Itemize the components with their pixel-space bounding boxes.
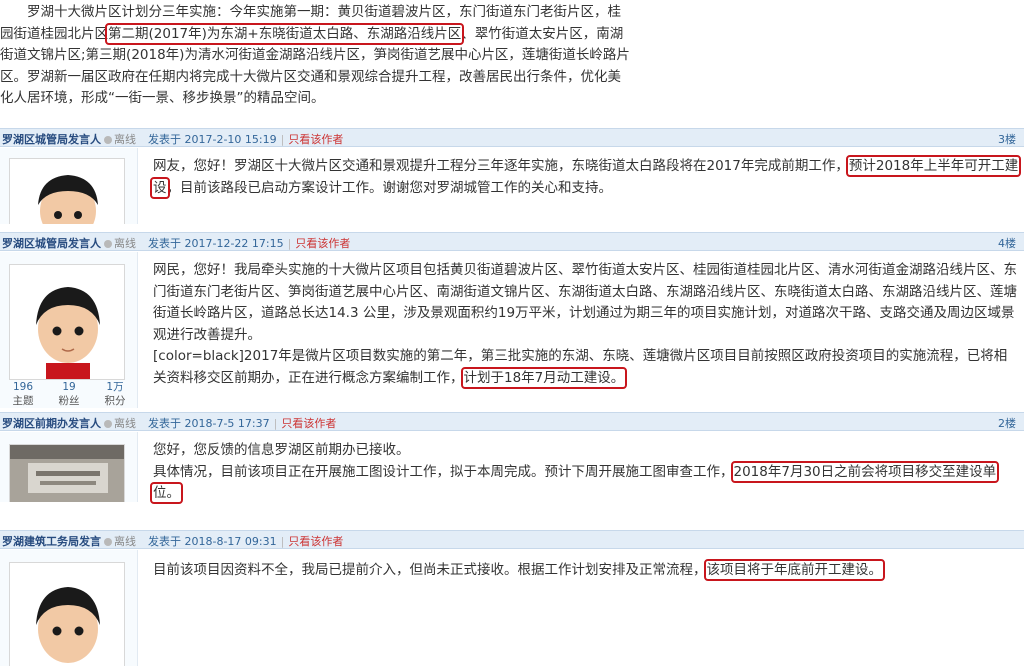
post-highlight: 该项目将于年底前开工建设。 bbox=[703, 559, 885, 581]
post-header: 罗湖区前期办发言人 离线 发表于 2018-7-5 17:37 | 只看该作者 2楼 bbox=[0, 412, 1024, 431]
post-highlight: 计划于18年7月动工建设。 bbox=[460, 366, 628, 389]
author-sidebar bbox=[0, 432, 138, 502]
author-stats: 196 主题 19 粉丝 1万 积分 bbox=[0, 380, 138, 408]
post-meta: 发表于 2018-8-17 09:31 | 只看该作者 bbox=[148, 535, 344, 548]
stat-topics[interactable]: 196 主题 bbox=[0, 380, 46, 408]
avatar-cartoon-icon bbox=[10, 563, 124, 666]
only-author-link[interactable]: 只看该作者 bbox=[288, 535, 343, 548]
post-author[interactable]: 罗湖建筑工务局发言 离线 bbox=[2, 533, 136, 549]
post-paragraph: 网民，您好！我局牵头实施的十大微片区项目包括黄贝街道碧波片区、翠竹街道太安片区、… bbox=[153, 262, 1017, 343]
post-meta: 发表于 2017-12-22 17:15 | 只看该作者 bbox=[148, 237, 351, 250]
post-date: 发表于 2017-2-10 15:19 bbox=[148, 133, 277, 146]
post-highlight: 预计2018年上半年可开工建 bbox=[845, 155, 1022, 177]
post-header: 罗湖区城管局发言人 离线 发表于 2017-2-10 15:19 | 只看该作者 3楼 bbox=[0, 128, 1024, 147]
online-status: 离线 bbox=[104, 417, 136, 430]
intro-highlight: 第二期(2017年)为东湖+东晓街道太白路、东湖路沿线片区 bbox=[104, 22, 465, 45]
avatar-cartoon-icon bbox=[10, 265, 124, 379]
post-body: 网民，您好！我局牵头实施的十大微片区项目包括黄贝街道碧波片区、翠竹街道太安片区、… bbox=[153, 260, 1019, 389]
offline-dot-icon bbox=[104, 240, 112, 248]
post-paragraph-2: [color=black]2017年是微片区项目数实施的第二年，第三批实施的东湖… bbox=[153, 348, 1008, 389]
only-author-link[interactable]: 只看该作者 bbox=[295, 237, 350, 250]
stat-fans[interactable]: 19 粉丝 bbox=[46, 380, 92, 408]
floor-number[interactable]: 4楼 bbox=[998, 235, 1016, 251]
author-sidebar: 196 主题 19 粉丝 1万 积分 bbox=[0, 252, 138, 408]
offline-dot-icon bbox=[104, 136, 112, 144]
stat-points[interactable]: 1万 积分 bbox=[92, 380, 138, 408]
post-body: 您好，您反馈的信息罗湖区前期办已接收。 具体情况，目前该项目正在开展施工图设计工… bbox=[149, 440, 1019, 505]
post-author[interactable]: 罗湖区城管局发言人 离线 bbox=[2, 235, 136, 251]
post-date: 发表于 2018-8-17 09:31 bbox=[148, 535, 277, 548]
floor-number[interactable]: 3楼 bbox=[998, 131, 1016, 147]
online-status: 离线 bbox=[104, 237, 136, 250]
author-sidebar bbox=[0, 550, 138, 666]
avatar[interactable] bbox=[9, 562, 125, 666]
forum-post-floor-3: 罗湖区城管局发言人 离线 发表于 2017-2-10 15:19 | 只看该作者 3楼… bbox=[0, 128, 1024, 224]
only-author-link[interactable]: 只看该作者 bbox=[281, 417, 336, 430]
post-meta: 发表于 2017-2-10 15:19 | 只看该作者 bbox=[148, 133, 344, 146]
post-body: 目前该项目因资料不全，我局已提前介入，但尚未正式接收。根据工作计划安排及正常流程… bbox=[153, 559, 885, 581]
only-author-link[interactable]: 只看该作者 bbox=[288, 133, 343, 146]
post-author[interactable]: 罗湖区前期办发言人 离线 bbox=[2, 415, 136, 431]
post-author[interactable]: 罗湖区城管局发言人 离线 bbox=[2, 131, 136, 147]
avatar-cartoon-icon bbox=[10, 159, 124, 224]
forum-post-construction-bureau: 罗湖建筑工务局发言 离线 发表于 2018-8-17 09:31 | 只看该作者 目前… bbox=[0, 530, 1024, 666]
post-line-2: 具体情况，目前该项目正在开展施工图设计工作，拟于本周完成。预计下周开展施工图审查… bbox=[149, 460, 1000, 504]
avatar[interactable] bbox=[9, 264, 125, 380]
avatar[interactable] bbox=[9, 158, 125, 224]
post-header: 罗湖建筑工务局发言 离线 发表于 2018-8-17 09:31 | 只看该作者 bbox=[0, 530, 1024, 549]
avatar[interactable] bbox=[9, 444, 125, 502]
forum-post-floor-2: 罗湖区前期办发言人 离线 发表于 2018-7-5 17:37 | 只看该作者 2楼 … bbox=[0, 412, 1024, 504]
online-status: 离线 bbox=[104, 535, 136, 548]
author-sidebar bbox=[0, 148, 138, 224]
article-intro: 罗湖十大微片区计划分三年实施：今年实施第一期：黄贝街道碧波片区，东门街道东门老街… bbox=[0, 2, 630, 110]
post-line-1: 您好，您反馈的信息罗湖区前期办已接收。 bbox=[153, 442, 410, 458]
post-header: 罗湖区城管局发言人 离线 发表于 2017-12-22 17:15 | 只看该作者 4… bbox=[0, 232, 1024, 251]
post-date: 发表于 2017-12-22 17:15 bbox=[148, 237, 284, 250]
avatar-photo-icon bbox=[10, 445, 124, 502]
forum-post-floor-4: 罗湖区城管局发言人 离线 发表于 2017-12-22 17:15 | 只看该作者 4… bbox=[0, 232, 1024, 408]
post-body: 网友，您好！罗湖区十大微片区交通和景观提升工程分三年逐年实施，东晓街道太白路段将… bbox=[150, 155, 1022, 199]
post-meta: 发表于 2018-7-5 17:37 | 只看该作者 bbox=[148, 417, 337, 430]
offline-dot-icon bbox=[104, 420, 112, 428]
floor-number[interactable]: 2楼 bbox=[998, 415, 1016, 431]
post-date: 发表于 2018-7-5 17:37 bbox=[148, 417, 270, 430]
offline-dot-icon bbox=[104, 538, 112, 546]
post-highlight-cont: 设 bbox=[150, 176, 170, 199]
online-status: 离线 bbox=[104, 133, 136, 146]
